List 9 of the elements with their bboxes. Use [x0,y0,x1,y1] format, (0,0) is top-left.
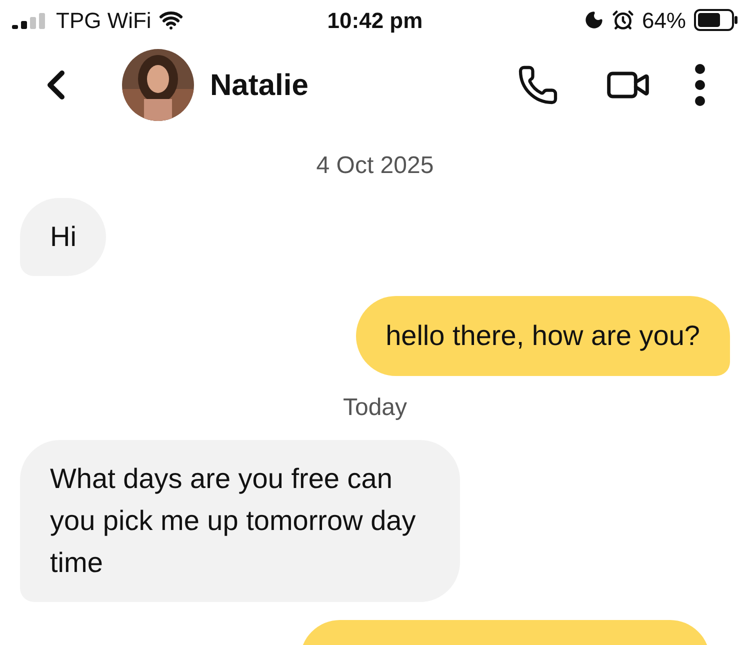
sent-message: hello there, how are you? [356,296,730,376]
contact-name: Natalie [210,68,310,104]
status-time: 10:42 pm [327,6,423,35]
carrier-name: TPG WiFi [56,6,152,34]
received-message: What days are you free can you pick me up tomorrow day time [20,440,460,602]
received-message: Hi [20,198,106,276]
battery-percent: 64% [642,6,686,34]
date-divider: 4 Oct 2025 [316,151,434,181]
date-divider: Today [342,393,408,423]
